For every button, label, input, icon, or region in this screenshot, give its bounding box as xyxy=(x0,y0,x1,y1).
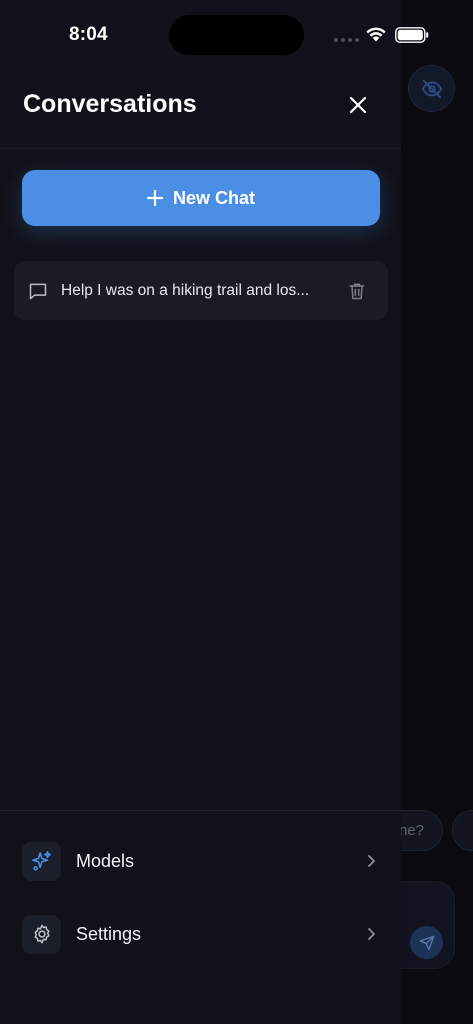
suggestion-chip[interactable] xyxy=(452,810,473,851)
hide-toggle-button[interactable] xyxy=(408,65,455,112)
drawer-title: Conversations xyxy=(23,90,197,118)
models-icon-box xyxy=(22,841,61,881)
send-button[interactable] xyxy=(410,926,443,959)
send-icon xyxy=(419,935,434,950)
dynamic-island xyxy=(169,15,304,55)
menu-item-label: Settings xyxy=(76,923,142,944)
trash-icon[interactable] xyxy=(347,281,367,301)
close-drawer-button[interactable] xyxy=(343,90,373,120)
conversation-item[interactable]: Help I was on a hiking trail and los... xyxy=(14,261,388,320)
menu-item-models[interactable]: Models xyxy=(22,841,382,881)
gear-icon xyxy=(33,924,50,944)
menu-item-label: Models xyxy=(76,850,135,871)
sparkles-icon xyxy=(31,851,51,871)
chat-bubble-icon xyxy=(29,283,47,300)
wifi-icon xyxy=(366,27,386,42)
cellular-signal-icon xyxy=(334,38,359,42)
plus-icon xyxy=(146,190,163,206)
status-bar: 8:04 xyxy=(0,0,473,62)
new-chat-label: New Chat xyxy=(172,187,255,208)
close-icon xyxy=(349,96,367,114)
suggestion-chip-text: ne? xyxy=(398,822,424,839)
eye-off-icon xyxy=(421,79,442,98)
chevron-right-icon xyxy=(368,928,375,940)
battery-icon xyxy=(395,27,429,43)
conversations-drawer: Conversations New Chat Help I was on a h… xyxy=(0,0,401,1024)
chevron-right-icon xyxy=(368,855,375,867)
footer-divider xyxy=(0,810,401,811)
menu-item-settings[interactable]: Settings xyxy=(22,914,382,954)
header-divider xyxy=(0,148,401,149)
conversation-title: Help I was on a hiking trail and los... xyxy=(61,282,310,299)
settings-icon-box xyxy=(22,914,61,954)
status-time: 8:04 xyxy=(69,24,108,45)
new-chat-button[interactable]: New Chat xyxy=(22,170,380,226)
